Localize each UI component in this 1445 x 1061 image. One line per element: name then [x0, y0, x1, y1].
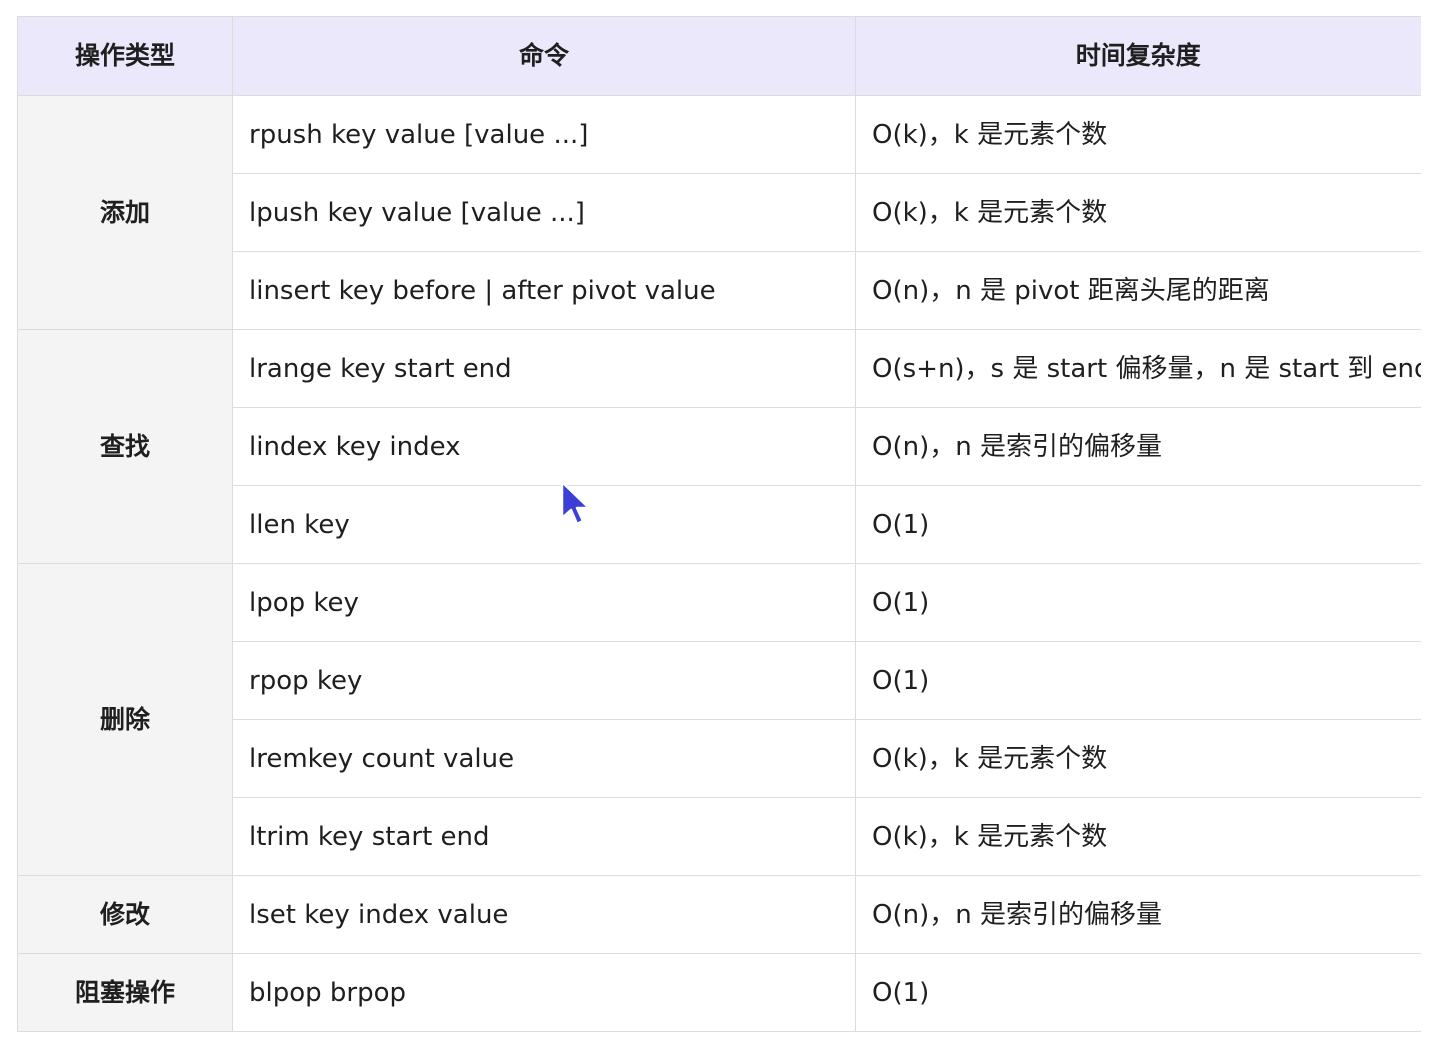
command-cell: lset key index value: [232, 875, 856, 954]
complexity-cell: O(n)，n 是索引的偏移量: [855, 875, 1421, 954]
group-cell-add: 添加: [17, 95, 233, 330]
command-cell: llen key: [232, 485, 856, 564]
column-header-operation-type: 操作类型: [17, 16, 233, 96]
command-cell: ltrim key start end: [232, 797, 856, 876]
command-cell: lpush key value [value ...]: [232, 173, 856, 252]
complexity-cell: O(k)，k 是元素个数: [855, 797, 1421, 876]
table-header-row: 操作类型 命令 时间复杂度: [17, 16, 1421, 96]
table-row: 删除 lpop key O(1): [17, 563, 1421, 876]
complexity-cell: O(k)，k 是元素个数: [855, 719, 1421, 798]
complexity-cell: O(n)，n 是索引的偏移量: [855, 407, 1421, 486]
group-cell-delete: 删除: [17, 563, 233, 876]
group-cell-modify: 修改: [17, 875, 233, 954]
complexity-cell: O(1): [855, 563, 1421, 642]
complexity-cell: O(k)，k 是元素个数: [855, 173, 1421, 252]
column-header-command: 命令: [232, 16, 856, 96]
table-row: 添加 rpush key value [value ...] O(k)，k 是元…: [17, 95, 1421, 330]
column-header-time-complexity: 时间复杂度: [855, 16, 1421, 96]
table-row: 阻塞操作 blpop brpop O(1): [17, 953, 1421, 1032]
command-cell: rpush key value [value ...]: [232, 95, 856, 174]
complexity-cell: O(n)，n 是 pivot 距离头尾的距离: [855, 251, 1421, 330]
complexity-cell: O(1): [855, 641, 1421, 720]
command-cell: blpop brpop: [232, 953, 856, 1032]
group-cell-find: 查找: [17, 329, 233, 564]
command-cell: lindex key index: [232, 407, 856, 486]
command-cell: rpop key: [232, 641, 856, 720]
complexity-cell: O(s+n)，s 是 start 偏移量，n 是 start 到 end: [855, 329, 1421, 408]
table-row: 修改 lset key index value O(n)，n 是索引的偏移量: [17, 875, 1421, 954]
group-cell-blocking: 阻塞操作: [17, 953, 233, 1032]
command-cell: lremkey count value: [232, 719, 856, 798]
complexity-cell: O(1): [855, 953, 1421, 1032]
command-cell: lrange key start end: [232, 329, 856, 408]
complexity-cell: O(1): [855, 485, 1421, 564]
redis-list-commands-table-container: 操作类型 命令 时间复杂度 添加 rpush key value [value …: [17, 16, 1421, 1032]
arrow-pointer-icon: [560, 480, 591, 526]
redis-list-commands-table: 操作类型 命令 时间复杂度 添加 rpush key value [value …: [17, 16, 1421, 1032]
command-cell: lpop key: [232, 563, 856, 642]
complexity-cell: O(k)，k 是元素个数: [855, 95, 1421, 174]
command-cell: linsert key before | after pivot value: [232, 251, 856, 330]
table-row: 查找 lrange key start end O(s+n)，s 是 start…: [17, 329, 1421, 564]
